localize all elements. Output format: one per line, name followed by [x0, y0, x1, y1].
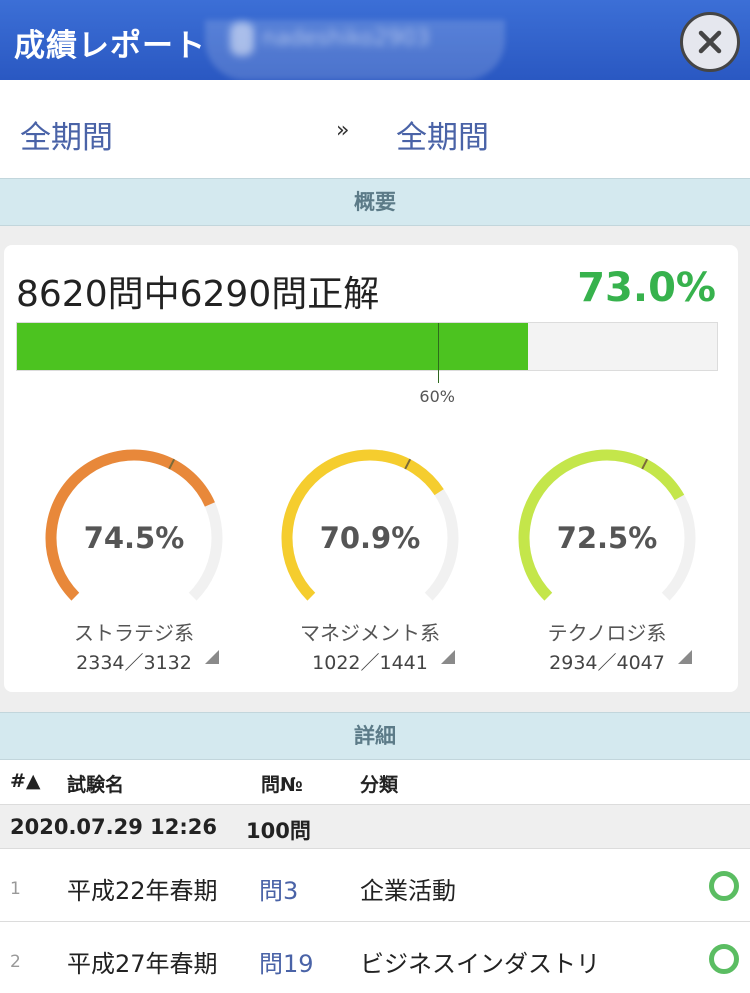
row-number: 1 [10, 879, 21, 899]
score-text: 8620問中6290問正解 [16, 274, 380, 315]
gauge-technology[interactable]: 72.5% テクノロジ系 2934／4047 [512, 443, 702, 674]
gauge-count: 2334／3132 [76, 652, 192, 674]
row-number: 2 [10, 952, 21, 972]
gauge-count: 2934／4047 [549, 652, 665, 674]
period-from-link[interactable]: 全期間 [20, 112, 113, 157]
summary-card: 8620問中6290問正解 73.0% 60% 74.5% ストラテジ系 233… [4, 245, 738, 692]
session-row: 2020.07.29 12:26 100問 [0, 804, 750, 849]
col-exam[interactable]: 試験名 [67, 770, 124, 797]
row-question-link[interactable]: 問19 [259, 944, 314, 979]
progress-fill [17, 323, 528, 370]
pass-line-label: 60% [419, 387, 455, 406]
period-to-link[interactable]: 全期間 [396, 112, 489, 157]
gauge-count: 1022／1441 [312, 652, 428, 674]
user-icon [230, 22, 254, 56]
row-category: ビジネスインダストリ [360, 950, 600, 978]
pass-line-marker [438, 323, 440, 383]
gauge-management[interactable]: 70.9% マネジメント系 1022／1441 [275, 443, 465, 674]
expand-triangle-icon[interactable] [678, 650, 692, 664]
close-button[interactable] [680, 12, 740, 72]
expand-triangle-icon[interactable] [205, 650, 219, 664]
table-header: #▲ 試験名 問№ 分類 [0, 760, 750, 804]
row-question-link[interactable]: 問3 [259, 871, 298, 906]
period-separator: » [336, 118, 350, 143]
period-selector: 全期間 » 全期間 [0, 80, 750, 178]
row-exam: 平成27年春期 [67, 950, 218, 978]
correct-circle-icon [709, 871, 739, 901]
table-row[interactable]: 2 平成27年春期 問19 ビジネスインダストリ [0, 922, 750, 993]
col-category[interactable]: 分類 [360, 770, 398, 797]
overall-progress-bar [16, 322, 718, 383]
table-row[interactable]: 1 平成22年春期 問3 企業活動 [0, 849, 750, 922]
session-count: 100問 [246, 819, 311, 843]
header-bar: 成績レポート nadeshiko2903 [0, 0, 750, 80]
score-percent: 73.0% [577, 265, 716, 311]
gauge-percent: 70.9% [319, 521, 421, 555]
username: nadeshiko2903 [262, 26, 430, 51]
gauge-label: ストラテジ系 [74, 621, 194, 645]
col-question[interactable]: 問№ [261, 770, 303, 797]
detail-section-header: 詳細 [0, 712, 750, 760]
close-icon [698, 30, 722, 54]
summary-section-header: 概要 [0, 178, 750, 226]
session-datetime: 2020.07.29 12:26 [10, 815, 218, 839]
gauge-percent: 74.5% [83, 521, 185, 555]
gauge-percent: 72.5% [556, 521, 658, 555]
gauge-label: マネジメント系 [300, 621, 440, 645]
gauge-strategy[interactable]: 74.5% ストラテジ系 2334／3132 [39, 443, 229, 674]
col-no-sort[interactable]: #▲ [10, 770, 41, 792]
row-exam: 平成22年春期 [67, 877, 218, 905]
page-title: 成績レポート [14, 28, 206, 64]
gauge-label: テクノロジ系 [547, 621, 667, 645]
row-category: 企業活動 [360, 877, 456, 905]
correct-circle-icon [709, 944, 739, 974]
expand-triangle-icon[interactable] [441, 650, 455, 664]
